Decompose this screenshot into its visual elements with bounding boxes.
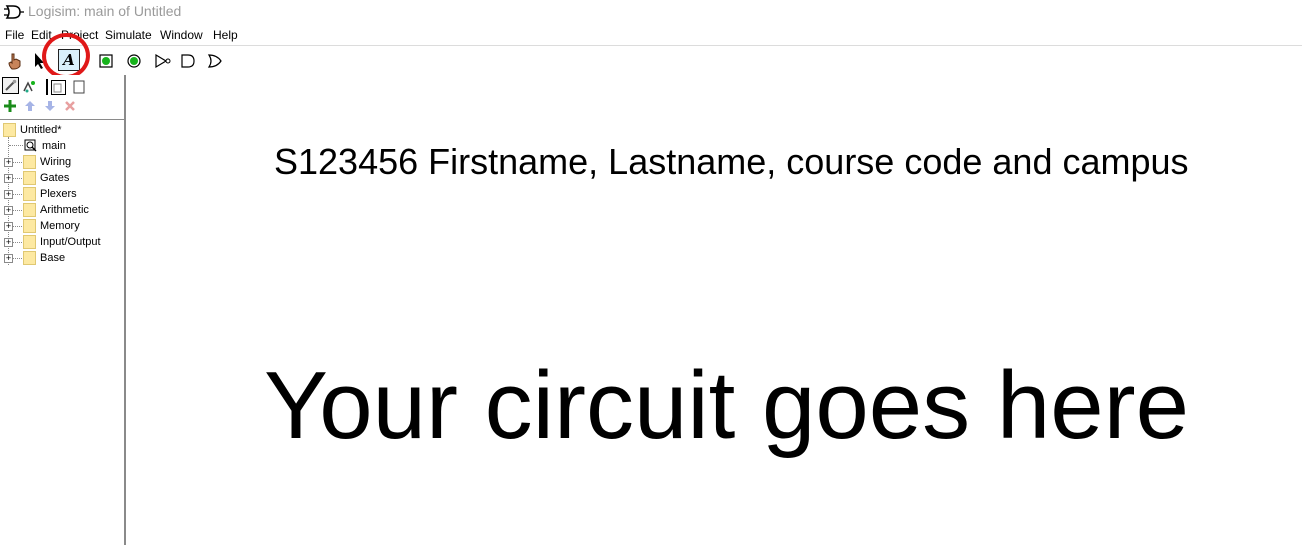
expand-icon[interactable]: + bbox=[4, 173, 13, 183]
circuit-tree-icon bbox=[23, 81, 35, 93]
expand-icon[interactable]: + bbox=[4, 205, 13, 215]
move-down-button[interactable] bbox=[44, 100, 56, 115]
folder-icon bbox=[23, 235, 36, 249]
toolbox-view-button[interactable] bbox=[2, 77, 19, 94]
tree-line bbox=[13, 226, 22, 227]
window-title: Logisim: main of Untitled bbox=[28, 3, 182, 19]
add-circuit-button[interactable] bbox=[4, 100, 16, 115]
folder-icon bbox=[3, 123, 16, 137]
title-bar: Logisim: main of Untitled bbox=[0, 0, 1302, 25]
layout-view-button[interactable] bbox=[51, 80, 66, 95]
folder-icon bbox=[23, 219, 36, 233]
menu-simulate[interactable]: Simulate bbox=[105, 28, 152, 42]
expand-icon[interactable]: + bbox=[4, 189, 13, 199]
menu-window[interactable]: Window bbox=[160, 28, 203, 42]
tree-library-arithmetic[interactable]: + Arithmetic bbox=[0, 202, 124, 218]
folder-icon bbox=[23, 251, 36, 265]
or-gate-button[interactable] bbox=[205, 51, 225, 71]
or-gate-icon bbox=[207, 54, 222, 68]
not-gate-button[interactable] bbox=[153, 51, 173, 71]
tree-line bbox=[13, 178, 22, 179]
folder-icon bbox=[23, 203, 36, 217]
output-pin-button[interactable] bbox=[124, 51, 144, 71]
tree-library-base[interactable]: + Base bbox=[0, 250, 124, 266]
arrow-down-icon bbox=[45, 101, 55, 111]
tree-line bbox=[13, 258, 22, 259]
divider bbox=[46, 79, 48, 95]
wrench-icon bbox=[5, 79, 17, 91]
tree-line bbox=[9, 145, 23, 146]
toolbar: A bbox=[0, 45, 1302, 76]
library-label: Plexers bbox=[40, 188, 77, 200]
tree-library-gates[interactable]: + Gates bbox=[0, 170, 124, 186]
expand-icon[interactable]: + bbox=[4, 253, 13, 263]
and-gate-icon bbox=[181, 54, 195, 68]
library-label: Base bbox=[40, 252, 66, 264]
explorer-panel: Untitled* main + Wiring + Gates + Plexer… bbox=[0, 75, 126, 545]
magnifier-icon bbox=[24, 139, 37, 152]
page-icon bbox=[53, 83, 62, 93]
circuit-name: main bbox=[42, 140, 66, 152]
menu-file[interactable]: File bbox=[5, 28, 24, 42]
hand-pointer-icon bbox=[8, 53, 21, 70]
tree-library-memory[interactable]: + Memory bbox=[0, 218, 124, 234]
simulation-view-button[interactable] bbox=[22, 78, 38, 97]
and-gate-button[interactable] bbox=[178, 51, 198, 71]
tree-library-wiring[interactable]: + Wiring bbox=[0, 154, 124, 170]
output-pin-icon bbox=[127, 54, 141, 68]
document-icon bbox=[73, 80, 85, 94]
library-label: Gates bbox=[40, 172, 70, 184]
canvas-placeholder-text[interactable]: Your circuit goes here bbox=[264, 351, 1189, 461]
input-pin-button[interactable] bbox=[96, 51, 116, 71]
tree-line bbox=[13, 210, 22, 211]
explorer-actions bbox=[0, 98, 124, 118]
explorer-toolbar bbox=[0, 75, 124, 97]
delete-icon bbox=[65, 101, 75, 111]
expand-icon[interactable]: + bbox=[4, 237, 13, 247]
input-pin-icon bbox=[99, 54, 113, 68]
folder-icon bbox=[23, 155, 36, 169]
menu-help[interactable]: Help bbox=[213, 28, 238, 42]
tree-line bbox=[13, 242, 22, 243]
menu-bar: File Edit Project Simulate Window Help bbox=[0, 26, 1302, 45]
tree-library-plexers[interactable]: + Plexers bbox=[0, 186, 124, 202]
not-gate-icon bbox=[155, 53, 171, 69]
expand-icon[interactable]: + bbox=[4, 221, 13, 231]
poke-tool-button[interactable] bbox=[5, 51, 25, 71]
tree-library-input-output[interactable]: + Input/Output bbox=[0, 234, 124, 250]
tree-line bbox=[13, 162, 22, 163]
library-label: Input/Output bbox=[40, 236, 101, 248]
circuit-canvas[interactable]: S123456 Firstname, Lastname, course code… bbox=[126, 75, 1302, 545]
arrow-up-icon bbox=[25, 101, 35, 111]
explorer-tree: Untitled* main + Wiring + Gates + Plexer… bbox=[0, 119, 124, 546]
library-label: Memory bbox=[40, 220, 80, 232]
library-label: Arithmetic bbox=[40, 204, 89, 216]
tree-line bbox=[13, 194, 22, 195]
appearance-view-button[interactable] bbox=[73, 80, 85, 97]
canvas-header-text[interactable]: S123456 Firstname, Lastname, course code… bbox=[274, 141, 1189, 183]
folder-icon bbox=[23, 171, 36, 185]
library-label: Wiring bbox=[40, 156, 72, 168]
logisim-icon bbox=[4, 5, 24, 19]
move-up-button[interactable] bbox=[24, 100, 36, 115]
plus-icon bbox=[4, 100, 16, 112]
folder-icon bbox=[23, 187, 36, 201]
tree-circuit-main[interactable]: main bbox=[24, 138, 66, 154]
project-name: Untitled* bbox=[20, 124, 62, 136]
expand-icon[interactable]: + bbox=[4, 157, 13, 167]
tree-project-untitled[interactable]: Untitled* bbox=[3, 122, 62, 138]
remove-circuit-button[interactable] bbox=[64, 100, 76, 115]
